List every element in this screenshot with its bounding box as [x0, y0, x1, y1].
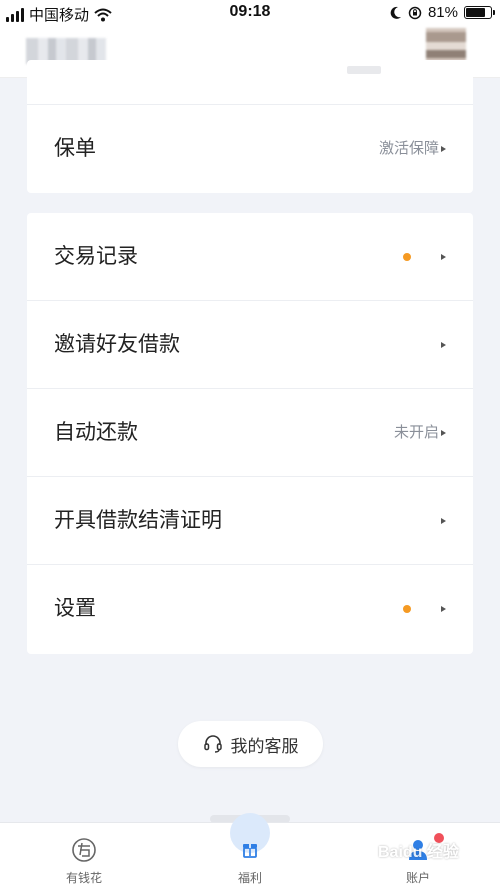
customer-service-label: 我的客服 — [230, 736, 299, 756]
gift-icon — [243, 844, 257, 858]
tab-label: 福利 — [237, 871, 262, 885]
battery-percent: 81% — [427, 4, 458, 21]
partial-row[interactable] — [27, 60, 473, 105]
tab-zhanghu[interactable]: 账户 — [358, 823, 478, 889]
menu-row-label: 保单 — [54, 137, 96, 160]
chevron-right-icon — [441, 430, 446, 436]
status-bar: 中国移动 09:18 81% — [0, 0, 500, 28]
notification-dot — [403, 253, 411, 261]
menu-row-label: 交易记录 — [54, 245, 138, 268]
chevron-right-icon — [441, 254, 446, 260]
user-icon — [409, 840, 427, 860]
battery-fill — [466, 8, 486, 17]
tab-label: 有钱花 — [65, 871, 102, 885]
moon-icon — [390, 6, 401, 19]
menu-card-main: 交易记录 邀请好友借款 自动还款 未开启 开具借款结清证明 设置 — [27, 213, 473, 654]
menu-row-invite[interactable]: 邀请好友借款 — [27, 301, 473, 389]
menu-row-value: 激活保障 — [378, 140, 439, 157]
menu-row-label: 自动还款 — [54, 421, 138, 444]
menu-row-value: 未开启 — [393, 424, 439, 441]
menu-row-autopay[interactable]: 自动还款 未开启 — [27, 389, 473, 477]
partial-row-value — [347, 66, 381, 74]
tab-youqianhua[interactable]: 有钱花 — [24, 823, 144, 889]
menu-row-label: 开具借款结清证明 — [54, 509, 222, 532]
menu-row-policy[interactable]: 保单 激活保障 — [27, 105, 473, 193]
youqianhua-icon — [72, 838, 96, 862]
tab-icon-wrap — [69, 835, 99, 865]
tab-label: 账户 — [405, 871, 430, 885]
notification-badge — [434, 833, 444, 843]
battery-icon — [464, 6, 495, 19]
battery-cap — [493, 10, 495, 15]
menu-card-top: 保单 激活保障 — [27, 60, 473, 193]
chevron-right-icon — [441, 146, 446, 152]
notification-dot — [403, 605, 411, 613]
rotation-lock-icon — [408, 6, 422, 19]
menu-row-label: 设置 — [54, 597, 96, 620]
status-right: 81% — [389, 4, 495, 21]
chevron-right-icon — [441, 606, 446, 612]
tab-icon-wrap — [235, 835, 265, 865]
headset-icon — [203, 735, 222, 753]
tab-bar: 有钱花 福利 账户 — [0, 813, 500, 889]
menu-row-transactions[interactable]: 交易记录 — [27, 213, 473, 301]
menu-row-settings[interactable]: 设置 — [27, 565, 473, 653]
chevron-right-icon — [441, 342, 446, 348]
tab-fuli[interactable]: 福利 — [190, 813, 310, 889]
menu-row-label: 邀请好友借款 — [54, 333, 180, 356]
customer-service-button[interactable]: 我的客服 — [178, 721, 323, 767]
tab-icon-wrap — [403, 835, 433, 865]
chevron-right-icon — [441, 518, 446, 524]
menu-row-settlement-certificate[interactable]: 开具借款结清证明 — [27, 477, 473, 565]
